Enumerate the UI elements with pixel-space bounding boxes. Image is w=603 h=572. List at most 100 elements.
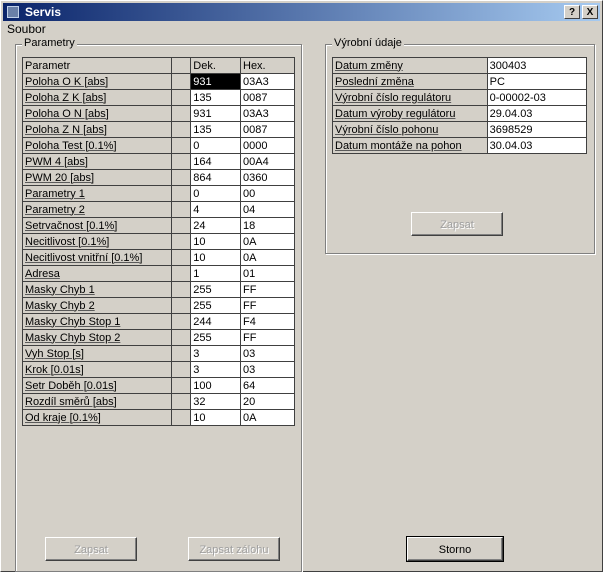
row-spacer <box>171 185 192 202</box>
param-dek-cell[interactable]: 931 <box>190 73 241 90</box>
table-row[interactable]: Necitlivost vnitřní [0.1%] 10 0A <box>21 249 295 266</box>
table-row[interactable]: PWM 20 [abs] 864 0360 <box>21 169 295 186</box>
vyrobni-label-cell: Datum změny <box>332 57 488 74</box>
zapsat-vyrobni-button[interactable]: Zapsat <box>411 212 503 236</box>
title-bar[interactable]: Servis ? X <box>3 3 600 21</box>
storno-button[interactable]: Storno <box>406 536 504 562</box>
param-dek-cell[interactable]: 135 <box>190 121 241 138</box>
menu-bar: Soubor <box>7 22 46 38</box>
row-spacer <box>171 137 192 154</box>
param-dek-cell[interactable]: 4 <box>190 201 241 218</box>
param-dek-cell[interactable]: 135 <box>190 89 241 106</box>
help-button[interactable]: ? <box>564 5 580 19</box>
table-row[interactable]: Rozdíl směrů [abs] 32 20 <box>21 393 295 410</box>
row-spacer <box>171 153 192 170</box>
vyrobni-label-cell: Výrobní číslo pohonu <box>332 121 488 138</box>
param-hex-cell[interactable]: 0A <box>240 249 295 266</box>
param-dek-cell[interactable]: 10 <box>190 409 241 426</box>
param-dek-cell[interactable]: 931 <box>190 105 241 122</box>
row-spacer <box>171 73 192 90</box>
param-hex-cell[interactable]: 00 <box>240 185 295 202</box>
app-icon <box>7 6 19 18</box>
table-row[interactable]: Parametry 2 4 04 <box>21 201 295 218</box>
table-row[interactable]: Od kraje [0.1%] 10 0A <box>21 409 295 426</box>
param-hex-cell[interactable]: 01 <box>240 265 295 282</box>
param-hex-cell[interactable]: 64 <box>240 377 295 394</box>
param-dek-cell[interactable]: 864 <box>190 169 241 186</box>
param-hex-cell[interactable]: 18 <box>240 217 295 234</box>
header-spacer <box>171 57 192 74</box>
param-hex-cell[interactable]: 0087 <box>240 89 295 106</box>
param-dek-cell[interactable]: 3 <box>190 345 241 362</box>
vyrobni-value-cell[interactable]: 3698529 <box>486 121 588 138</box>
vyrobni-value-cell[interactable]: 0-00002-03 <box>486 89 588 106</box>
table-row[interactable]: Poloha Z K [abs] 135 0087 <box>21 89 295 106</box>
param-dek-cell[interactable]: 164 <box>190 153 241 170</box>
param-hex-cell[interactable]: FF <box>240 329 295 346</box>
param-name-cell: PWM 20 [abs] <box>21 169 173 186</box>
param-dek-cell[interactable]: 0 <box>190 137 241 154</box>
param-hex-cell[interactable]: FF <box>240 281 295 298</box>
param-name-cell: PWM 4 [abs] <box>21 153 173 170</box>
param-dek-cell[interactable]: 255 <box>190 329 241 346</box>
table-row[interactable]: Setr Doběh [0.01s] 100 64 <box>21 377 295 394</box>
param-hex-cell[interactable]: F4 <box>240 313 295 330</box>
param-dek-cell[interactable]: 244 <box>190 313 241 330</box>
table-row[interactable]: Masky Chyb Stop 2 255 FF <box>21 329 295 346</box>
param-dek-cell[interactable]: 32 <box>190 393 241 410</box>
param-name-cell: Masky Chyb Stop 1 <box>21 313 173 330</box>
zapsat-button[interactable]: Zapsat <box>45 537 137 561</box>
row-spacer <box>171 377 192 394</box>
param-hex-cell[interactable]: 0360 <box>240 169 295 186</box>
header-hex: Hex. <box>240 57 295 74</box>
table-row[interactable]: Poloha O K [abs] 931 03A3 <box>21 73 295 90</box>
vyrobni-value-cell[interactable]: 300403 <box>486 57 588 74</box>
table-row[interactable]: Krok [0.01s] 3 03 <box>21 361 295 378</box>
param-hex-cell[interactable]: 0A <box>240 409 295 426</box>
param-hex-cell[interactable]: 0087 <box>240 121 295 138</box>
param-dek-cell[interactable]: 1 <box>190 265 241 282</box>
param-hex-cell[interactable]: 00A4 <box>240 153 295 170</box>
menu-soubor[interactable]: Soubor <box>7 22 46 36</box>
param-hex-cell[interactable]: 20 <box>240 393 295 410</box>
table-row[interactable]: Poloha Test [0.1%] 0 0000 <box>21 137 295 154</box>
param-hex-cell[interactable]: 0000 <box>240 137 295 154</box>
zapsat-zalohu-button[interactable]: Zapsat zálohu <box>188 537 280 561</box>
table-row[interactable]: Vyh Stop [s] 3 03 <box>21 345 295 362</box>
param-hex-cell[interactable]: 03 <box>240 361 295 378</box>
vyrobni-value-cell[interactable]: PC <box>486 73 588 90</box>
param-dek-cell[interactable]: 3 <box>190 361 241 378</box>
param-hex-cell[interactable]: 03A3 <box>240 73 295 90</box>
param-dek-cell[interactable]: 0 <box>190 185 241 202</box>
param-name-cell: Vyh Stop [s] <box>21 345 173 362</box>
vyrobni-value-cell[interactable]: 29.04.03 <box>486 105 588 122</box>
table-row[interactable]: Masky Chyb Stop 1 244 F4 <box>21 313 295 330</box>
table-row[interactable]: Adresa 1 01 <box>21 265 295 282</box>
param-name-cell: Setr Doběh [0.01s] <box>21 377 173 394</box>
table-row[interactable]: PWM 4 [abs] 164 00A4 <box>21 153 295 170</box>
row-spacer <box>171 345 192 362</box>
close-button[interactable]: X <box>582 5 598 19</box>
vyrobni-value-cell[interactable]: 30.04.03 <box>486 137 588 154</box>
param-dek-cell[interactable]: 10 <box>190 233 241 250</box>
table-row[interactable]: Poloha Z N [abs] 135 0087 <box>21 121 295 138</box>
table-row[interactable]: Setrvačnost [0.1%] 24 18 <box>21 217 295 234</box>
table-row[interactable]: Masky Chyb 2 255 FF <box>21 297 295 314</box>
param-dek-cell[interactable]: 10 <box>190 249 241 266</box>
table-row[interactable]: Poloha O N [abs] 931 03A3 <box>21 105 295 122</box>
table-row[interactable]: Parametry 1 0 00 <box>21 185 295 202</box>
param-dek-cell[interactable]: 255 <box>190 281 241 298</box>
table-row[interactable]: Masky Chyb 1 255 FF <box>21 281 295 298</box>
param-hex-cell[interactable]: 03A3 <box>240 105 295 122</box>
param-hex-cell[interactable]: 03 <box>240 345 295 362</box>
param-dek-cell[interactable]: 100 <box>190 377 241 394</box>
header-parametr: Parametr <box>21 57 173 74</box>
param-hex-cell[interactable]: 04 <box>240 201 295 218</box>
table-row: Datum montáže na pohon 30.04.03 <box>332 137 588 154</box>
param-dek-cell[interactable]: 255 <box>190 297 241 314</box>
table-row[interactable]: Necitlivost [0.1%] 10 0A <box>21 233 295 250</box>
param-hex-cell[interactable]: FF <box>240 297 295 314</box>
param-hex-cell[interactable]: 0A <box>240 233 295 250</box>
table-row: Výrobní číslo pohonu 3698529 <box>332 121 588 138</box>
param-dek-cell[interactable]: 24 <box>190 217 241 234</box>
